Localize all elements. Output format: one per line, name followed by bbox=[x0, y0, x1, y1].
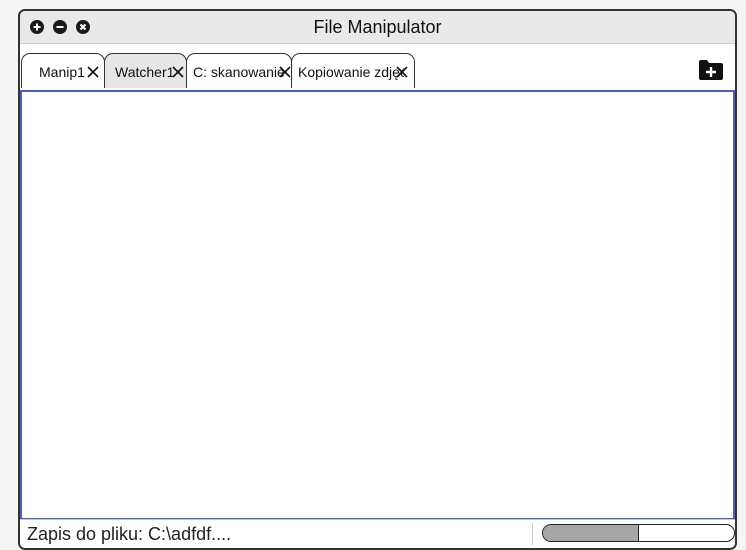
close-icon[interactable] bbox=[279, 66, 291, 78]
progress-fill bbox=[543, 525, 639, 541]
close-icon[interactable] bbox=[172, 66, 184, 78]
tab-label: C: skanowanie bbox=[193, 64, 285, 80]
tab-label: Kopiowanie zdjęć bbox=[298, 64, 404, 80]
tab-label: Watcher1 bbox=[115, 64, 175, 80]
progress-bar bbox=[542, 524, 735, 542]
title-bar[interactable]: File Manipulator bbox=[20, 11, 735, 44]
status-text: Zapis do pliku: C:\adfdf.... bbox=[27, 524, 232, 544]
tab-label: Manip1 bbox=[39, 64, 85, 80]
app-window: File Manipulator Manip1 Watcher1 C: skan… bbox=[18, 9, 737, 550]
tab-watcher1[interactable]: Watcher1 bbox=[104, 53, 187, 88]
close-icon[interactable] bbox=[87, 66, 99, 78]
window-title: File Manipulator bbox=[313, 17, 442, 37]
close-icon[interactable] bbox=[396, 66, 408, 78]
status-bar: Zapis do pliku: C:\adfdf.... bbox=[20, 519, 735, 548]
tab-bar: Manip1 Watcher1 C: skanowanie Kopiowanie… bbox=[20, 44, 735, 90]
status-divider bbox=[532, 523, 533, 545]
tab-kopiowanie-zdjec[interactable]: Kopiowanie zdjęć bbox=[291, 53, 415, 88]
tab-c-skanowanie[interactable]: C: skanowanie bbox=[186, 53, 292, 88]
tab-content-area[interactable] bbox=[20, 90, 735, 520]
folder-plus-icon[interactable] bbox=[698, 59, 724, 81]
tab-manip1[interactable]: Manip1 bbox=[21, 53, 105, 88]
